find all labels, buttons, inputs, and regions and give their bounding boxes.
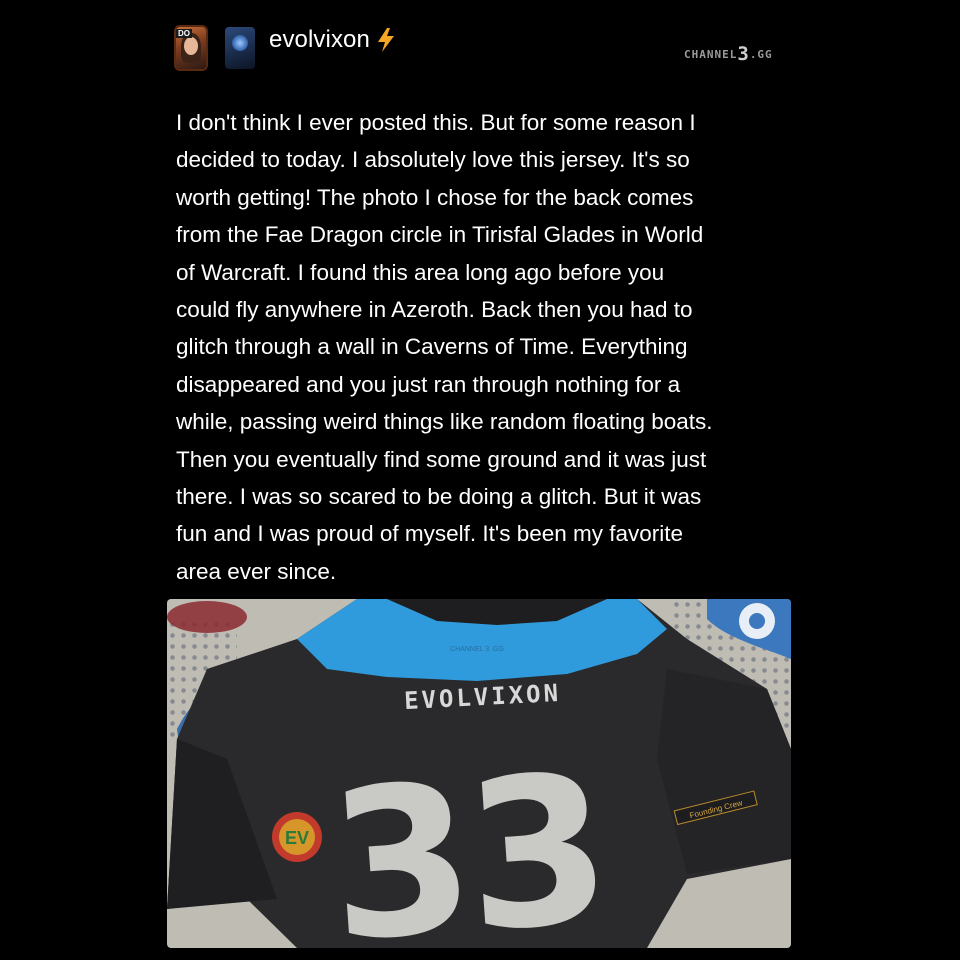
red-cloth (167, 601, 247, 633)
jersey-number: 33 (322, 731, 611, 948)
jersey-logo-text: CHANNEL 3 .GG (450, 646, 504, 653)
world-of-warcraft-avatar-icon (232, 35, 248, 51)
avatar-tag: DO (176, 29, 192, 38)
post-photo-jersey[interactable]: CHANNEL 3 .GG EVOLVIXON 33 EV Founding C… (167, 599, 791, 948)
blanket-controller-center (749, 613, 765, 629)
jersey-patch-label: EV (285, 828, 309, 848)
avatar-face (184, 37, 198, 55)
post-body-text: I don't think I ever posted this. But fo… (176, 110, 713, 584)
watermark-three: 3 (737, 43, 750, 65)
channel3-watermark: CHANNEL3.GG (684, 43, 773, 65)
jersey-illustration: CHANNEL 3 .GG EVOLVIXON 33 EV Founding C… (167, 599, 791, 948)
user-avatar-primary[interactable]: DO (176, 27, 206, 69)
user-avatar-secondary[interactable] (225, 27, 255, 69)
watermark-right: .GG (749, 48, 773, 61)
lightning-bolt-icon (378, 28, 394, 52)
watermark-left: CHANNEL (684, 48, 738, 61)
username[interactable]: evolvixon (269, 26, 370, 54)
